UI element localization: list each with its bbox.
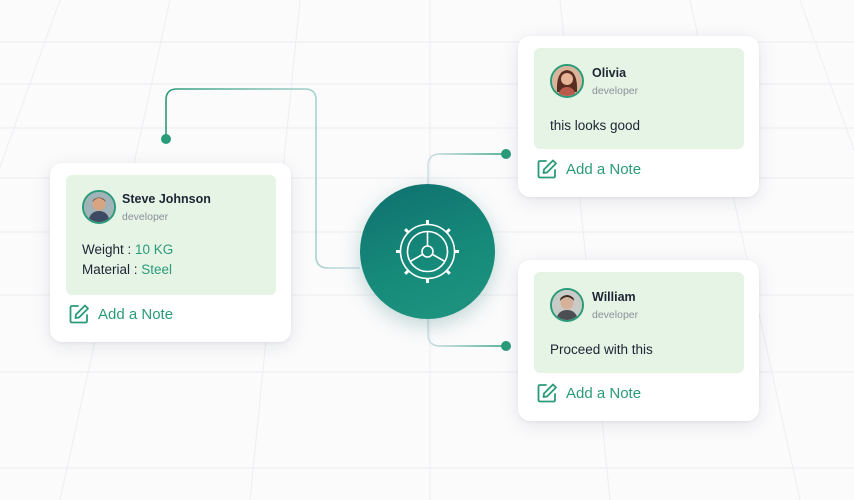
message-text: Proceed with this: [550, 342, 653, 357]
card-olivia: Olivia developer this looks good Add a N…: [518, 36, 759, 197]
connector-bottom-right: [427, 318, 506, 347]
message-text: this looks good: [550, 118, 641, 133]
connector-dot-top-right: [501, 149, 511, 159]
add-note-label: Add a Note: [566, 384, 642, 402]
edit-note-icon: [537, 159, 557, 179]
material-row: Material : Steel: [82, 262, 172, 277]
user-role: developer: [122, 211, 169, 223]
material-label: Material :: [82, 262, 142, 277]
card-message-panel: William developer Proceed with this: [534, 272, 744, 373]
connector-dot-left: [161, 134, 171, 144]
card-william: William developer Proceed with this Add …: [518, 260, 759, 421]
avatar-olivia: [550, 64, 584, 98]
edit-note-icon: [537, 383, 557, 403]
user-name: Olivia: [592, 66, 627, 80]
avatar-william: [550, 288, 584, 322]
hub-node[interactable]: [360, 184, 495, 319]
add-note-button[interactable]: Add a Note: [536, 382, 641, 404]
connector-dot-bottom-right: [501, 341, 511, 351]
edit-note-icon: [69, 304, 89, 324]
connector-top-right: [427, 153, 506, 186]
weight-value: 10 KG: [135, 242, 174, 257]
card-message-panel: Olivia developer this looks good: [534, 48, 744, 149]
add-note-button[interactable]: Add a Note: [68, 303, 173, 325]
weight-row: Weight : 10 KG: [82, 242, 173, 257]
user-name: Steve Johnson: [122, 192, 211, 206]
weight-label: Weight :: [82, 242, 136, 257]
card-steve: Steve Johnson developer Weight : 10 KG M…: [50, 163, 291, 342]
user-role: developer: [592, 309, 639, 321]
add-note-label: Add a Note: [98, 305, 174, 323]
card-details-panel: Steve Johnson developer Weight : 10 KG M…: [66, 175, 276, 295]
avatar-steve: [82, 190, 116, 224]
material-value: Steel: [141, 262, 173, 277]
user-role: developer: [592, 85, 639, 97]
user-name: William: [592, 290, 636, 304]
wheel-gear-icon: [396, 220, 459, 283]
add-note-label: Add a Note: [566, 160, 642, 178]
add-note-button[interactable]: Add a Note: [536, 158, 641, 180]
